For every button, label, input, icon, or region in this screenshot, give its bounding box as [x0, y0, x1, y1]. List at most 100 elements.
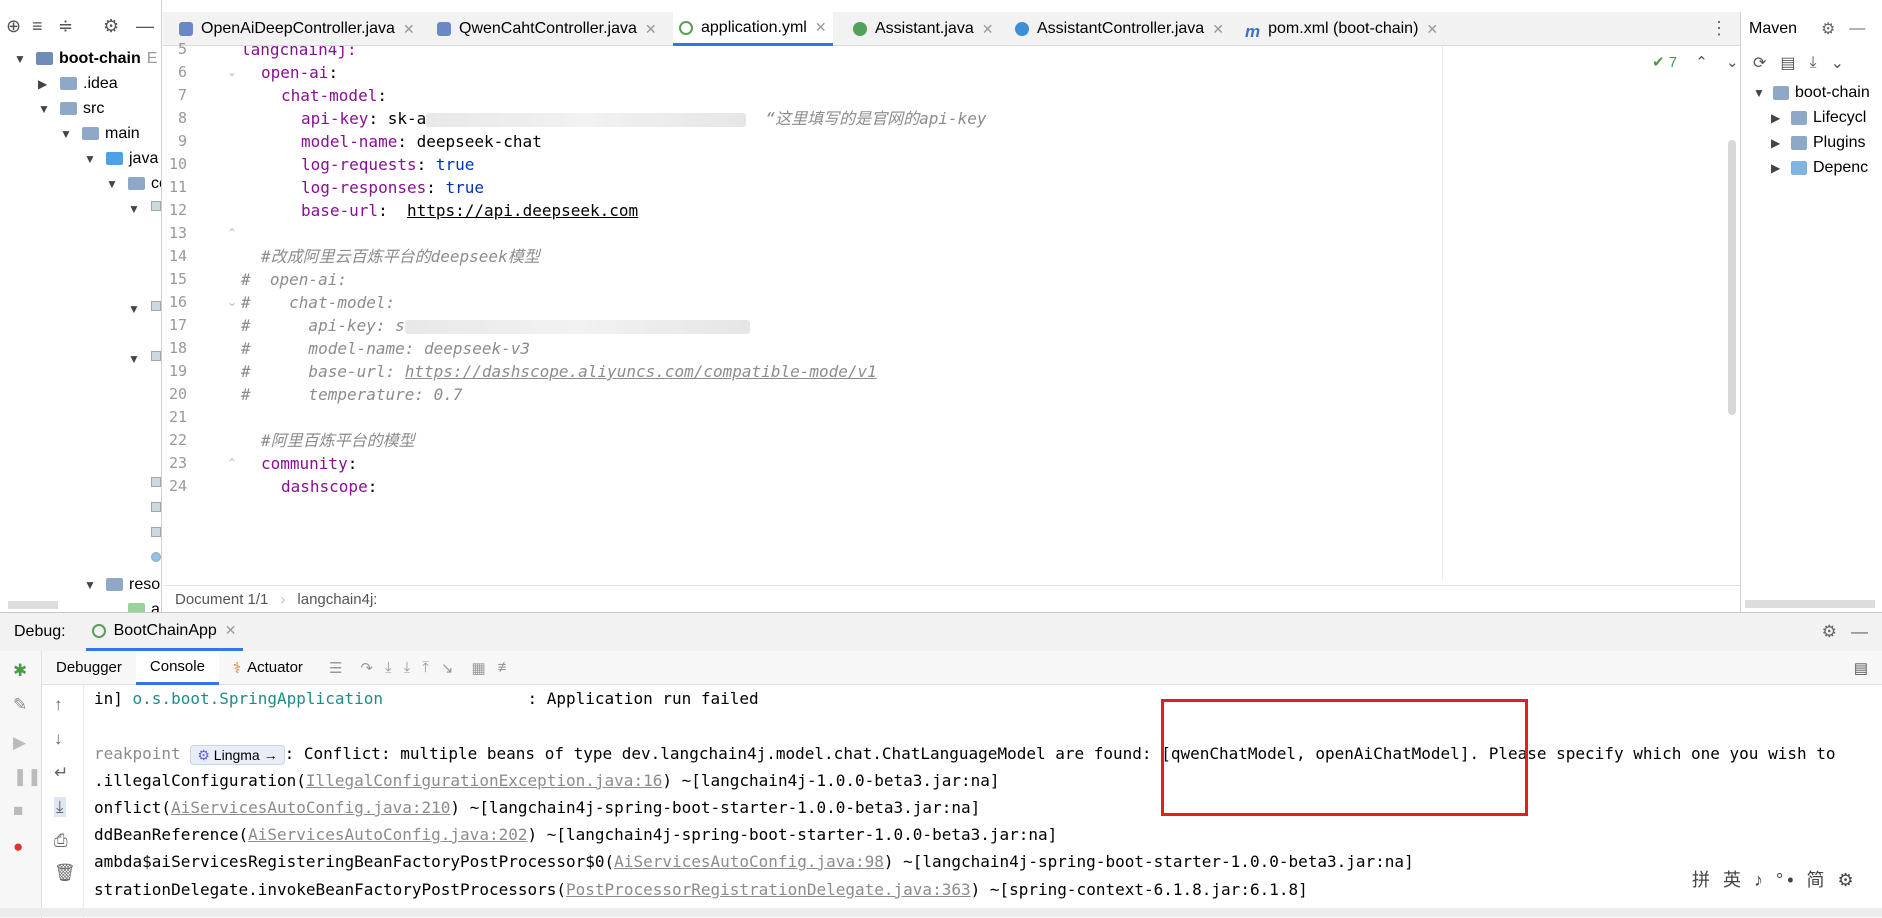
resume-icon[interactable]: ▶: [13, 733, 26, 753]
chevron-down-icon[interactable]: ▼: [128, 352, 142, 366]
lingma-badge[interactable]: ⚙ Lingma →: [190, 744, 285, 765]
editor-scrollbar[interactable]: [1728, 140, 1736, 415]
minimize-icon[interactable]: —: [136, 16, 154, 37]
tab-console[interactable]: Console: [135, 650, 219, 685]
arrow-up-icon[interactable]: ↑: [54, 695, 63, 715]
tree-item-package[interactable]: ▼ co: [106, 171, 161, 196]
stacktrace-link[interactable]: AiServicesAutoConfig.java:202: [248, 825, 527, 844]
stop-icon[interactable]: ■: [13, 801, 23, 821]
maven-item-plugins[interactable]: ▶ Plugins: [1771, 134, 1865, 152]
expand-all-icon[interactable]: ≡: [32, 16, 43, 37]
download-icon[interactable]: ⤓: [1810, 54, 1817, 72]
add-project-icon[interactable]: ▤: [1780, 53, 1795, 73]
evaluate-icon[interactable]: ▦: [471, 659, 485, 677]
tab-assistant[interactable]: Assistant.java ✕: [847, 12, 999, 46]
code-editor[interactable]: langchain4j: open-ai: chat-model: api-ke…: [241, 46, 1740, 580]
reload-icon[interactable]: ⟳: [1753, 53, 1766, 73]
tree-item-resources[interactable]: ▼ reso: [84, 572, 160, 597]
close-icon[interactable]: ✕: [1212, 21, 1224, 38]
breadcrumb-item[interactable]: Document 1/1: [175, 591, 268, 608]
breakpoints-icon[interactable]: ●: [13, 837, 23, 857]
tab-assistant-controller[interactable]: AssistantController.java ✕: [1009, 12, 1230, 46]
chevron-down-icon[interactable]: ▼: [128, 302, 142, 316]
inspection-widget[interactable]: ✔ 7 ⌃ ⌄: [1652, 53, 1739, 71]
step-over-icon[interactable]: ↷: [360, 659, 373, 677]
soft-wrap-icon[interactable]: ↵: [54, 763, 68, 783]
wrench-icon[interactable]: ✎: [13, 695, 27, 715]
trace-icon[interactable]: ≢: [498, 659, 513, 676]
breadcrumb-item[interactable]: langchain4j:: [297, 591, 377, 608]
tree-item-sub[interactable]: ▼: [128, 196, 150, 221]
gear-icon[interactable]: ⚙: [1822, 622, 1837, 641]
ime-toolbar[interactable]: 拼 英 ♪ °• 简 ⚙: [1692, 866, 1858, 892]
tree-item-idea[interactable]: ▶ .idea: [38, 71, 118, 96]
close-icon[interactable]: ✕: [645, 21, 657, 38]
step-into-icon[interactable]: ⤓: [385, 659, 392, 676]
chevron-right-icon[interactable]: ▶: [1771, 161, 1791, 175]
chevron-down-icon[interactable]: ▼: [106, 177, 120, 191]
chevron-down-icon[interactable]: ⌄: [1726, 54, 1739, 71]
force-step-into-icon[interactable]: ⤓: [404, 659, 411, 676]
tree-item-src[interactable]: ▼ src: [38, 96, 104, 121]
tab-openai-deep-controller[interactable]: OpenAiDeepController.java ✕: [173, 12, 421, 46]
chevron-down-icon[interactable]: ▼: [14, 52, 28, 66]
close-icon[interactable]: ✕: [982, 21, 994, 38]
tab-run-config[interactable]: BootChainApp ✕: [85, 613, 243, 651]
chevron-down-icon[interactable]: ▼: [84, 152, 98, 166]
pause-icon[interactable]: ❚❚: [13, 767, 42, 787]
maven-item-lifecycle[interactable]: ▶ Lifecycl: [1771, 109, 1866, 127]
tree-item-boot-chain[interactable]: ▼ boot-chain E: [14, 46, 157, 71]
chevron-right-icon[interactable]: ▶: [38, 77, 52, 91]
gear-icon[interactable]: ⚙: [1821, 19, 1835, 39]
horizontal-scrollbar[interactable]: [1745, 600, 1875, 608]
more-tabs-icon[interactable]: ⋮: [1710, 18, 1728, 39]
run-to-cursor-icon[interactable]: ↘: [441, 659, 454, 677]
chevron-down-icon[interactable]: ▼: [60, 127, 74, 141]
fold-icon[interactable]: ⌃: [227, 226, 237, 240]
chevron-down-icon[interactable]: ▼: [1753, 86, 1773, 100]
base-url-link[interactable]: https://api.deepseek.com: [407, 201, 638, 220]
stacktrace-link[interactable]: IllegalConfigurationException.java:16: [306, 771, 662, 790]
chevron-down-icon[interactable]: ▼: [128, 202, 142, 216]
tree-item-application-yml[interactable]: a: [128, 597, 160, 612]
dashscope-url-link[interactable]: https://dashscope.aliyuncs.com/compatibl…: [405, 362, 877, 381]
tree-item-sub[interactable]: ▼: [128, 296, 150, 321]
chevron-right-icon[interactable]: ▶: [1771, 136, 1791, 150]
close-icon[interactable]: ✕: [403, 21, 415, 38]
scroll-to-end-icon[interactable]: ⤓: [54, 797, 66, 817]
fold-icon[interactable]: ⌃: [227, 456, 237, 470]
minimize-icon[interactable]: —: [1849, 20, 1865, 38]
tree-item-sub[interactable]: ▼: [128, 346, 150, 371]
tab-pom-xml[interactable]: m pom.xml (boot-chain) ✕: [1239, 12, 1444, 46]
horizontal-scrollbar[interactable]: [8, 601, 58, 609]
close-icon[interactable]: ✕: [815, 19, 827, 36]
gear-icon[interactable]: ⚙: [103, 16, 119, 37]
close-icon[interactable]: ✕: [1426, 21, 1438, 38]
fold-icon[interactable]: ⌄: [227, 295, 237, 309]
layout-icon[interactable]: ▤: [1854, 659, 1868, 677]
fold-icon[interactable]: ⌄: [227, 65, 237, 79]
print-icon[interactable]: ⎙: [54, 831, 68, 851]
tab-qwen-caht-controller[interactable]: QwenCahtController.java ✕: [431, 12, 663, 46]
step-out-icon[interactable]: ⤒: [422, 659, 429, 676]
console-output[interactable]: in] o.s.boot.SpringApplication : Applica…: [84, 685, 1882, 918]
tab-debugger[interactable]: Debugger: [42, 651, 136, 685]
maven-item-dependencies[interactable]: ▶ Depenc: [1771, 159, 1868, 177]
chevron-down-icon[interactable]: ⌄: [1831, 53, 1844, 73]
stacktrace-link[interactable]: AiServicesAutoConfig.java:98: [614, 852, 884, 871]
collapse-all-icon[interactable]: ≑: [58, 16, 73, 37]
bug-icon[interactable]: ✱: [13, 661, 27, 681]
arrow-down-icon[interactable]: ↓: [54, 729, 63, 749]
stacktrace-link[interactable]: PostProcessorRegistrationDelegate.java:3…: [566, 880, 971, 899]
tree-item-main[interactable]: ▼ main: [60, 121, 140, 146]
tab-application-yml[interactable]: application.yml ✕: [673, 12, 833, 46]
trash-icon[interactable]: 🗑: [54, 863, 76, 883]
chevron-down-icon[interactable]: ▼: [84, 578, 98, 592]
stacktrace-link[interactable]: AiServicesAutoConfig.java:210: [171, 798, 450, 817]
menu-icon[interactable]: ☰: [329, 659, 342, 677]
maven-item-boot-chain[interactable]: ▼ boot-chain: [1753, 84, 1870, 102]
tree-item-java[interactable]: ▼ java: [84, 146, 158, 171]
chevron-down-icon[interactable]: ▼: [38, 102, 52, 116]
tab-actuator[interactable]: ⚕ Actuator: [219, 651, 317, 685]
chevron-right-icon[interactable]: ▶: [1771, 111, 1791, 125]
